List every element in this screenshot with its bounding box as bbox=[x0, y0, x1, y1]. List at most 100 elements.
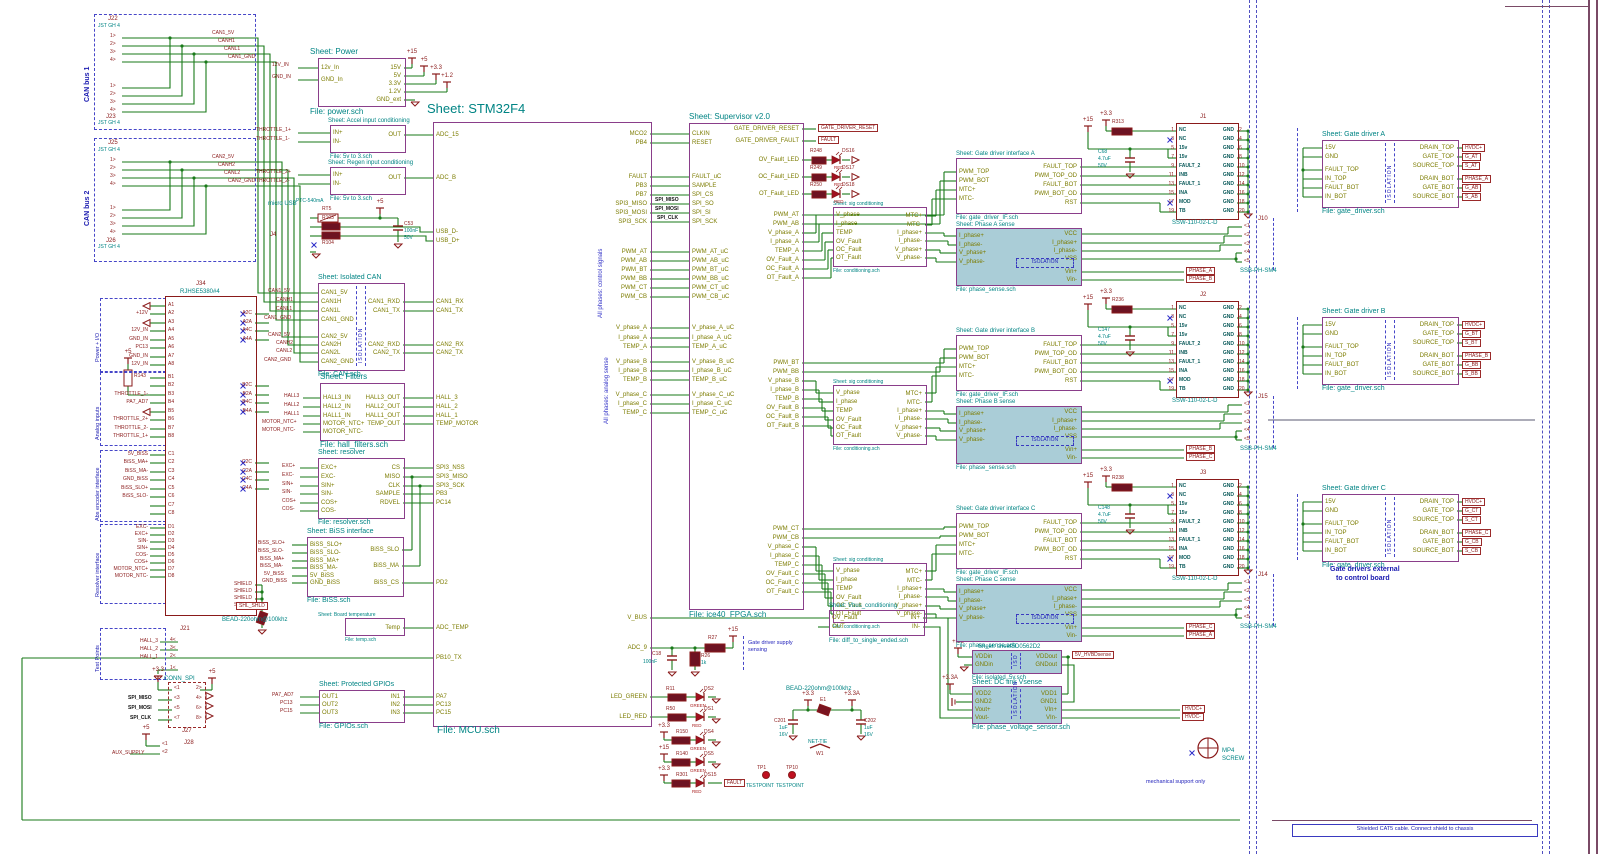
header-pin[interactable]: <7 bbox=[174, 716, 180, 721]
pin-J15[interactable]: <2 bbox=[1244, 411, 1250, 416]
isolation-label: ISO bbox=[1013, 654, 1019, 666]
sheet-pin: IN1 bbox=[390, 694, 400, 700]
header-pin[interactable]: 4> bbox=[110, 182, 116, 187]
pin-number: 4 bbox=[1239, 492, 1242, 498]
j34-pin-name: SHIELD bbox=[233, 588, 252, 594]
header-pin[interactable]: <2 bbox=[162, 750, 168, 755]
pin-J15[interactable]: <3 bbox=[1244, 420, 1250, 425]
pin-J15[interactable]: <1 bbox=[1244, 402, 1250, 407]
header-pin[interactable]: 2> bbox=[110, 92, 116, 97]
header-pin[interactable]: 1> bbox=[110, 206, 116, 211]
header-pin[interactable]: 2> bbox=[196, 686, 202, 691]
junction-dot bbox=[378, 216, 382, 220]
j34-pin-name: A4C bbox=[242, 327, 252, 333]
header-pin[interactable]: 2< bbox=[170, 654, 176, 659]
pin-J14[interactable]: <1 bbox=[1244, 580, 1250, 585]
header-pin[interactable]: 4> bbox=[110, 58, 116, 63]
sheet-pin: V_phase- bbox=[896, 433, 922, 439]
hier-arrow bbox=[205, 701, 215, 711]
pin-J14[interactable]: <3 bbox=[1244, 598, 1250, 603]
sheet-vbus[interactable] bbox=[829, 610, 925, 636]
pin-name-gnd: GND bbox=[1222, 127, 1234, 133]
pin-name-gnd: GND bbox=[1222, 492, 1234, 498]
sheet-title-regen: Sheet: Regen input conditioning bbox=[328, 160, 414, 166]
header-pin[interactable]: <3 bbox=[174, 696, 180, 701]
header-pin[interactable]: 4> bbox=[110, 108, 116, 113]
pin-J10[interactable]: <3 bbox=[1244, 242, 1250, 247]
text-label: J34 bbox=[196, 281, 206, 287]
gnd-symbol bbox=[1243, 391, 1254, 397]
text-label: BiSS_SLO+ bbox=[258, 540, 285, 546]
header-pin[interactable]: <1 bbox=[162, 742, 168, 747]
sheet-pin: 15V bbox=[390, 65, 401, 71]
text-label: J25 bbox=[108, 140, 118, 146]
sheet-title-gdc: Sheet: Gate driver C bbox=[1322, 485, 1386, 492]
header-pin[interactable]: 3> bbox=[110, 50, 116, 55]
sheet-pin: RST bbox=[1065, 200, 1077, 206]
pin-J10[interactable]: <4 bbox=[1244, 250, 1250, 255]
text-label: 16V bbox=[779, 732, 788, 738]
pin-J10[interactable]: <5 bbox=[1244, 259, 1250, 264]
header-pin[interactable]: 1> bbox=[110, 34, 116, 39]
j34-pin-name: B7 bbox=[168, 425, 175, 431]
sheet-pin: OUT bbox=[388, 132, 401, 138]
pin-J10[interactable]: <1 bbox=[1244, 224, 1250, 229]
pin-J14[interactable]: <2 bbox=[1244, 589, 1250, 594]
header-pin[interactable]: 4> bbox=[196, 696, 202, 701]
header-pin[interactable]: 3< bbox=[170, 646, 176, 651]
sheet-pin: OT_Fault_A bbox=[766, 275, 799, 281]
text-label: PC13 bbox=[280, 700, 293, 706]
pin-J10[interactable]: <2 bbox=[1244, 233, 1250, 238]
header-pin[interactable]: 6> bbox=[196, 706, 202, 711]
text-label: SPI_CLK bbox=[130, 715, 152, 721]
vertical-label: Resolver interface bbox=[95, 552, 101, 597]
hier-label-G_AT: G_AT bbox=[1462, 153, 1481, 161]
pin-name-gnd: GND bbox=[1222, 154, 1234, 160]
sheet-pin: CAN1_TX bbox=[436, 308, 464, 314]
pin-number: 9 bbox=[1171, 519, 1174, 525]
header-pin[interactable]: 3> bbox=[110, 174, 116, 179]
text-label: CAN1_GND bbox=[228, 54, 256, 60]
pin-J15[interactable]: <4 bbox=[1244, 428, 1250, 433]
header-pin[interactable]: 4> bbox=[110, 230, 116, 235]
hier-label-PHASE_C: PHASE_C bbox=[1186, 623, 1216, 631]
header-pin[interactable]: <1 bbox=[174, 686, 180, 691]
header-pin[interactable]: 1> bbox=[110, 84, 116, 89]
pin-number: 13 bbox=[1168, 359, 1174, 365]
header-pin[interactable]: 2> bbox=[110, 42, 116, 47]
pin-J14[interactable]: <5 bbox=[1244, 615, 1250, 620]
junction-dot bbox=[1128, 147, 1132, 151]
header-pin[interactable]: <5 bbox=[174, 706, 180, 711]
header-pin[interactable]: 3> bbox=[110, 222, 116, 227]
pin-J15[interactable]: <5 bbox=[1244, 437, 1250, 442]
j34-net-label: BiSS_SLO+ bbox=[121, 485, 148, 491]
header-pin[interactable]: 2> bbox=[110, 214, 116, 219]
header-pin[interactable]: 1< bbox=[170, 666, 176, 671]
header-pin[interactable]: 1> bbox=[110, 158, 116, 163]
sheet-pin: FAULT_TOP bbox=[1043, 164, 1077, 170]
text-label: EXC- bbox=[282, 472, 294, 478]
text-label: JST GH 4 bbox=[98, 244, 120, 250]
sheet-pin: 3.3V bbox=[388, 81, 401, 87]
j34-pin-name: B1 bbox=[168, 374, 175, 380]
wire bbox=[340, 235, 433, 242]
text-label: 1k bbox=[701, 660, 707, 666]
header-pin[interactable]: 3> bbox=[110, 100, 116, 105]
sheet-file-dclink: File: phase_voltage_sensor.sch bbox=[972, 724, 1071, 731]
header-pin[interactable]: 2> bbox=[110, 166, 116, 171]
vertical-label: CAN bus 1 bbox=[84, 66, 91, 102]
pin-number: 12 bbox=[1239, 172, 1245, 178]
pin-number: 17 bbox=[1168, 199, 1174, 205]
text-label: COS+ bbox=[282, 498, 296, 504]
pin-number: 12 bbox=[1239, 528, 1245, 534]
connector-J34[interactable] bbox=[165, 296, 257, 616]
text-label: CAN2_5V bbox=[268, 332, 291, 338]
pin-J14[interactable]: <4 bbox=[1244, 606, 1250, 611]
header-pin[interactable]: 4< bbox=[170, 638, 176, 643]
sheet-title-isocan: Sheet: Isolated CAN bbox=[318, 274, 382, 281]
j34-pin-name: C2C bbox=[241, 459, 252, 465]
header-pin[interactable]: 8> bbox=[196, 716, 202, 721]
text-label: R248 bbox=[810, 148, 822, 154]
isolation-label: ISOLATION bbox=[1016, 436, 1074, 446]
sheet-pin: HALL1_OUT bbox=[365, 413, 400, 419]
